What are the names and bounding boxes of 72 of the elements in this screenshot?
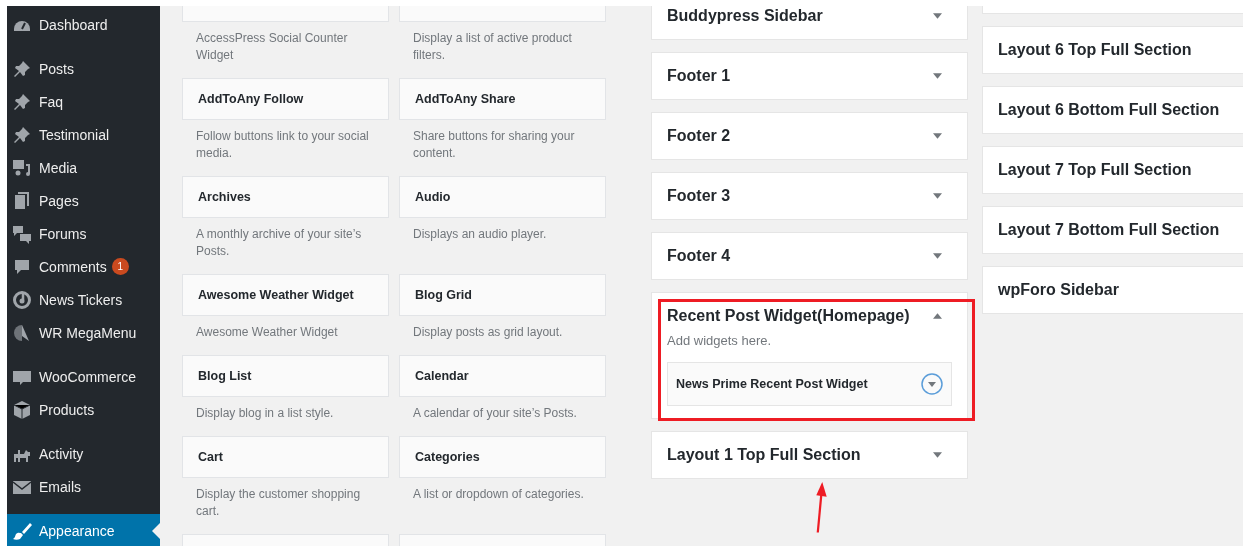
widget-description: Awesome Weather Widget (195, 324, 339, 341)
sidebar-title[interactable]: Footer 4 (667, 247, 731, 265)
sidebar-description: Add widgets here. (667, 333, 773, 348)
caret-up-icon[interactable] (933, 313, 942, 319)
widget-description: Display posts as grid layout. (412, 324, 564, 341)
widget-card[interactable]: Audio (399, 176, 606, 218)
menu-item[interactable]: Dashboard (7, 8, 160, 41)
widget-description: Share buttons for sharing your content. (412, 128, 576, 162)
widget-description: Displays an audio player. (412, 226, 548, 243)
caret-down-icon[interactable] (933, 73, 942, 79)
menu-item[interactable]: Emails (7, 470, 160, 503)
menu-item[interactable]: WR MegaMenu (7, 316, 160, 349)
arrow-annotation (814, 482, 829, 534)
sidebar-title[interactable]: Layout 6 Top Full Section (998, 41, 1192, 59)
menu-item[interactable]: Comments 1 (7, 250, 160, 283)
widget-description: A list or dropdown of categories. (412, 486, 585, 503)
menu-item[interactable]: Testimonial (7, 118, 160, 151)
widget-description: Display a list of active product filters. (412, 30, 573, 64)
sidebar-title[interactable]: Layout 6 Bottom Full Section (998, 101, 1220, 119)
widget-title: News Prime Recent Post Widget (676, 377, 868, 391)
widget-card[interactable]: Archives (182, 176, 389, 218)
sidebar-title[interactable]: Footer 1 (667, 67, 731, 85)
box-icon (12, 399, 32, 420)
sidebar-title[interactable]: Buddypress Sidebar (667, 7, 823, 25)
sidebar-title[interactable]: wpForo Sidebar (998, 281, 1119, 299)
widget-description: A monthly archive of your site’s Posts. (195, 226, 363, 260)
half-circle-icon (12, 322, 32, 343)
widget-description: Display blog in a list style. (195, 405, 335, 422)
widget-card[interactable]: Calendar (399, 355, 606, 397)
menu-item[interactable]: WooCommerce (7, 360, 160, 393)
widget-card[interactable]: Cart (182, 436, 389, 478)
pin-icon (12, 124, 32, 145)
sidebar-title[interactable]: Recent Post Widget(Homepage) (667, 307, 910, 325)
widget-card[interactable]: Blog Grid (399, 274, 606, 316)
menu-item[interactable]: Activity (7, 437, 160, 470)
caret-down-icon[interactable] (933, 193, 942, 199)
count-badge: 1 (111, 258, 129, 275)
widget-card[interactable]: AddToAny Share (399, 78, 606, 120)
media-icon (12, 157, 32, 178)
pages-icon (12, 190, 32, 211)
sidebar-title[interactable]: Layout 7 Top Full Section (998, 161, 1192, 179)
widget-description: A calendar of your site’s Posts. (412, 405, 578, 422)
sidebar-title[interactable]: Footer 2 (667, 127, 731, 145)
widget-description: Follow buttons link to your social media. (195, 128, 370, 162)
menu-item[interactable]: Appearance (7, 514, 160, 546)
sidebar-title[interactable]: Layout 7 Bottom Full Section (998, 221, 1220, 239)
menu-item[interactable]: Faq (7, 85, 160, 118)
ring-icon (12, 289, 32, 310)
menu-item[interactable]: Media (7, 151, 160, 184)
caret-down-icon[interactable] (933, 133, 942, 139)
caret-down-icon[interactable] (933, 253, 942, 259)
pin-icon (12, 91, 32, 112)
caret-down-icon[interactable] (933, 13, 942, 19)
menu-item[interactable]: News Tickers (7, 283, 160, 316)
paintbrush-icon (12, 520, 32, 541)
speech-bubbles-icon (12, 223, 32, 244)
sidebar-title[interactable]: Layout 1 Top Full Section (667, 446, 861, 464)
menu-item[interactable]: Posts (7, 52, 160, 85)
caret-down-icon[interactable] (921, 373, 943, 395)
menu-item[interactable]: Forums (7, 217, 160, 250)
widget-card[interactable]: Blog List (182, 355, 389, 397)
sidebar-title[interactable]: Footer 3 (667, 187, 731, 205)
pin-icon (12, 58, 32, 79)
placed-widget[interactable]: News Prime Recent Post Widget (667, 362, 952, 406)
caret-down-icon[interactable] (933, 452, 942, 458)
menu-item[interactable]: Pages (7, 184, 160, 217)
menu-item[interactable]: Products (7, 393, 160, 426)
widget-description: Display the customer shopping cart. (195, 486, 362, 520)
widget-card[interactable]: Awesome Weather Widget (182, 274, 389, 316)
widget-card[interactable]: Categories (399, 436, 606, 478)
widget-card[interactable]: AddToAny Follow (182, 78, 389, 120)
widget-description: AccessPress Social Counter Widget (195, 30, 349, 64)
